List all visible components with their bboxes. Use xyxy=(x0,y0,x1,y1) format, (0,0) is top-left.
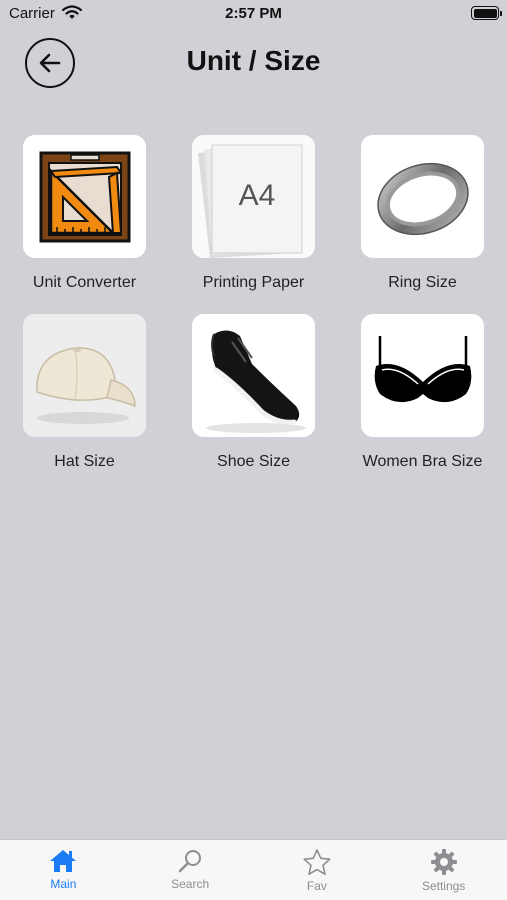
battery-icon xyxy=(471,6,502,20)
women-bra-size-label: Women Bra Size xyxy=(362,453,483,470)
hat-size-thumbnail xyxy=(23,314,146,437)
tab-main[interactable]: Main xyxy=(0,840,127,900)
shoe-size-tile[interactable]: Shoe Size xyxy=(169,314,338,471)
bra-icon xyxy=(374,335,471,402)
tab-bar: Main Search Fav Settings xyxy=(0,839,507,900)
tab-settings-label: Settings xyxy=(421,879,466,893)
tab-search-label: Search xyxy=(171,877,210,891)
ring-icon xyxy=(376,162,469,235)
a4-text: A4 xyxy=(239,179,276,212)
tab-fav[interactable]: Fav xyxy=(254,840,381,900)
category-grid: Unit Converter A4 Printing Paper Ring Si… xyxy=(0,135,507,471)
printing-paper-tile[interactable]: A4 Printing Paper xyxy=(169,135,338,292)
hat-size-label: Hat Size xyxy=(54,453,115,470)
ring-size-thumbnail xyxy=(361,135,484,258)
cap-icon xyxy=(23,314,146,437)
tab-main-label: Main xyxy=(50,877,77,891)
unit-converter-label: Unit Converter xyxy=(32,274,137,291)
shoe-size-thumbnail xyxy=(192,314,315,437)
printing-paper-thumbnail: A4 xyxy=(192,135,315,258)
tab-search[interactable]: Search xyxy=(127,840,254,900)
gear-icon xyxy=(430,849,457,875)
unit-converter-thumbnail xyxy=(23,135,146,258)
star-icon xyxy=(303,849,331,875)
home-icon xyxy=(50,850,77,872)
page-title: Unit / Size xyxy=(186,45,321,76)
status-bar: Carrier 2:57 PM xyxy=(0,0,507,28)
ruler-triangle-icon xyxy=(39,151,130,242)
printing-paper-label: Printing Paper xyxy=(202,274,305,291)
ring-size-tile[interactable]: Ring Size xyxy=(338,135,507,292)
search-icon xyxy=(178,850,202,873)
women-bra-size-tile[interactable]: Women Bra Size xyxy=(338,314,507,471)
clock: 2:57 PM xyxy=(225,5,282,22)
tab-settings[interactable]: Settings xyxy=(380,840,507,900)
women-bra-size-thumbnail xyxy=(361,314,484,437)
sneaker-icon xyxy=(192,314,315,437)
paper-a4-icon: A4 xyxy=(192,135,315,258)
shoe-size-label: Shoe Size xyxy=(217,453,290,470)
unit-converter-tile[interactable]: Unit Converter xyxy=(0,135,169,292)
ring-size-label: Ring Size xyxy=(388,274,457,291)
hat-size-tile[interactable]: Hat Size xyxy=(0,314,169,471)
tab-fav-label: Fav xyxy=(306,879,327,893)
